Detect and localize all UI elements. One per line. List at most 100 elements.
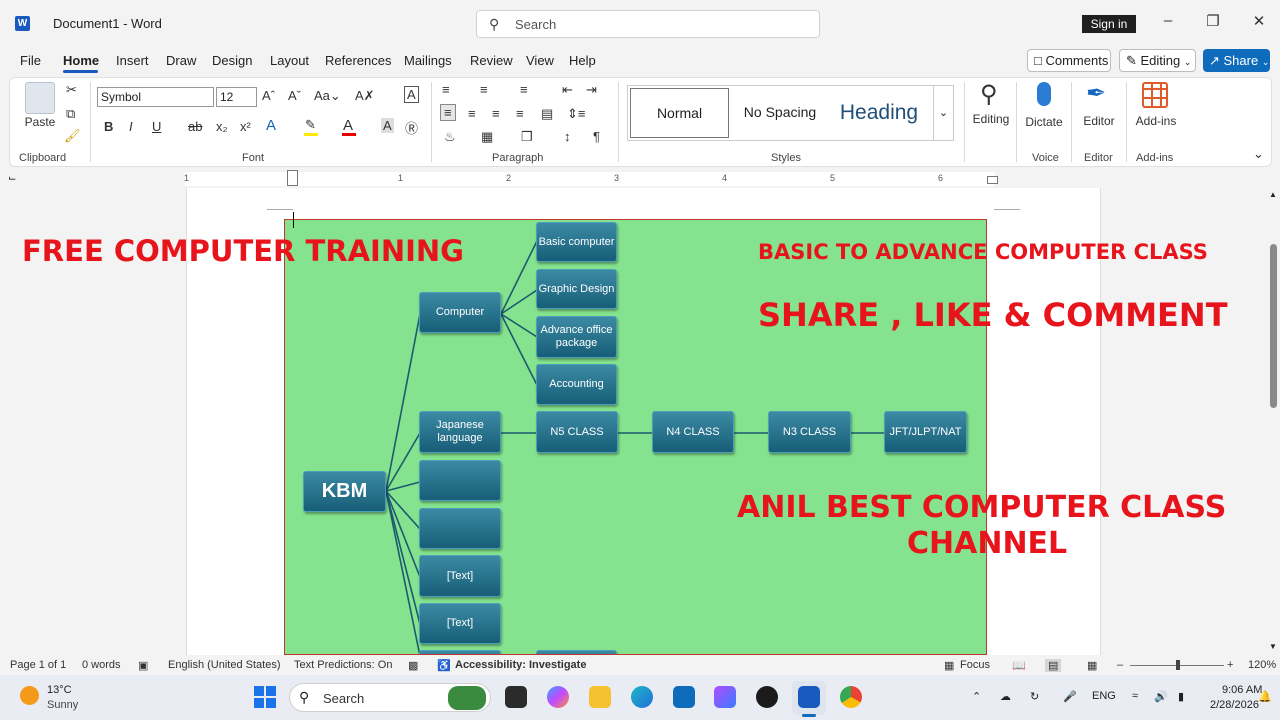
style-heading[interactable]: Heading [830, 88, 928, 138]
align-left-icon[interactable]: ≡ [440, 104, 456, 121]
increase-indent-icon[interactable]: ⇥ [586, 82, 597, 98]
tab-mailings[interactable]: Mailings [404, 53, 452, 68]
asian-layout-icon[interactable]: ❒ [521, 129, 533, 145]
multilevel-list-icon[interactable]: ≡ [520, 82, 528, 97]
style-normal[interactable]: Normal [630, 88, 729, 138]
tab-review[interactable]: Review [470, 53, 513, 68]
page-count[interactable]: Page 1 of 1 [10, 659, 66, 671]
paste-button[interactable]: Paste [22, 115, 58, 129]
outlook-icon[interactable] [673, 686, 695, 708]
diagram-node-text[interactable]: [Text] [419, 555, 501, 597]
word-count[interactable]: 0 words [82, 659, 121, 671]
diagram-node-computer[interactable]: Computer [419, 292, 501, 333]
highlight-icon[interactable]: ✎ [305, 117, 316, 133]
dictate-button[interactable]: Dictate [1024, 115, 1064, 129]
diagram-node-empty[interactable] [419, 460, 501, 501]
weather-temp[interactable]: 13°C [47, 684, 72, 696]
tab-insert[interactable]: Insert [116, 53, 149, 68]
copilot-icon[interactable] [547, 686, 569, 708]
clock-time[interactable]: 9:06 AM [1222, 684, 1262, 696]
line-spacing-icon[interactable]: ⇕≡ [567, 106, 585, 122]
font-color-icon[interactable]: A [343, 117, 353, 134]
tab-file[interactable]: File [20, 53, 41, 68]
borders-icon[interactable]: ▦ [481, 129, 493, 145]
share-button[interactable]: ↗ Share ⌄ [1203, 49, 1270, 72]
zoom-slider-thumb[interactable] [1176, 660, 1180, 670]
accessibility-status[interactable]: Accessibility: Investigate [455, 659, 586, 671]
justify-icon[interactable]: ≡ [516, 106, 524, 121]
web-layout-icon[interactable]: ▦ [1087, 659, 1097, 672]
text-predictions-status[interactable]: Text Predictions: On [294, 659, 392, 671]
clear-formatting-icon[interactable]: A✗ [355, 88, 375, 104]
chrome-icon[interactable] [840, 686, 862, 708]
distributed-icon[interactable]: ▤ [541, 106, 553, 122]
paste-icon[interactable] [25, 82, 55, 114]
subscript-icon[interactable]: x₂ [216, 119, 228, 134]
sign-in-button[interactable]: Sign in [1082, 15, 1136, 33]
fill-icon[interactable]: ♨ [444, 129, 456, 145]
word-taskbar-icon[interactable] [798, 686, 820, 708]
pilcrow-icon[interactable]: ¶ [593, 129, 600, 144]
diagram-node-kbm[interactable]: KBM [303, 471, 386, 512]
font-name-select[interactable]: Symbol [97, 87, 214, 107]
diagram-node-accounting[interactable]: Accounting [536, 364, 617, 405]
shading-icon[interactable]: A [381, 118, 394, 133]
file-explorer-icon[interactable] [589, 686, 611, 708]
close-icon[interactable]: ✕ [1249, 12, 1269, 30]
bullets-icon[interactable]: ≡ [442, 82, 450, 97]
tab-references[interactable]: References [325, 53, 391, 68]
editor-pen-icon[interactable]: ✒ [1086, 79, 1106, 108]
numbering-icon[interactable]: ≡ [480, 82, 488, 97]
language-status[interactable]: English (United States) [168, 659, 281, 671]
align-right-icon[interactable]: ≡ [492, 106, 500, 121]
read-mode-icon[interactable]: 📖 [1012, 659, 1026, 672]
sort-icon[interactable]: ↕ [564, 129, 571, 144]
macro-icon[interactable]: ▩ [408, 659, 418, 672]
cut-icon[interactable]: ✂ [66, 82, 77, 98]
diagram-node-n5[interactable]: N5 CLASS [536, 411, 618, 453]
zoom-in-icon[interactable]: + [1227, 659, 1233, 671]
focus-mode-button[interactable]: Focus [960, 659, 990, 671]
diagram-node-n4[interactable]: N4 CLASS [652, 411, 734, 453]
comments-button[interactable]: □ Comments [1027, 49, 1111, 72]
task-view-icon[interactable] [505, 686, 527, 708]
diagram-node-graphic-design[interactable]: Graphic Design [536, 269, 617, 309]
tab-help[interactable]: Help [569, 53, 596, 68]
search-box[interactable]: ⚲ Search [476, 10, 820, 38]
taskbar-search[interactable]: ⚲ Search [289, 683, 491, 712]
text-effects-icon[interactable]: A [266, 117, 276, 134]
right-indent-marker[interactable] [987, 176, 998, 184]
app-icon[interactable] [714, 686, 736, 708]
tab-view[interactable]: View [526, 53, 554, 68]
battery-icon[interactable]: ▮ [1178, 690, 1184, 703]
align-center-icon[interactable]: ≡ [468, 106, 476, 121]
microphone-icon[interactable] [1037, 82, 1051, 106]
chevron-up-icon[interactable]: ⌃ [972, 690, 981, 703]
copy-icon[interactable]: ⧉ [66, 106, 75, 122]
minimize-icon[interactable]: – [1158, 12, 1178, 29]
language-indicator[interactable]: ENG [1092, 690, 1116, 702]
zoom-level[interactable]: 120% [1248, 659, 1276, 671]
scroll-up-icon[interactable]: ▲ [1269, 190, 1277, 199]
tab-home[interactable]: Home [63, 53, 99, 68]
diagram-node-basic-computer[interactable]: Basic computer [536, 222, 617, 262]
tab-selector-icon[interactable]: ⌙ [8, 173, 16, 184]
underline-icon[interactable]: U [152, 119, 161, 134]
zoom-out-icon[interactable]: – [1117, 659, 1123, 671]
change-case-icon[interactable]: Aa⌄ [314, 88, 341, 104]
notification-icon[interactable]: 🔔 [1258, 690, 1272, 703]
editing-mode-button[interactable]: ✎ Editing ⌄ [1119, 49, 1196, 72]
strikethrough-icon[interactable]: ab [188, 119, 202, 134]
diagram-node-advance-office[interactable]: Advance office package [536, 316, 617, 358]
addins-grid-icon[interactable] [1142, 82, 1168, 108]
diagram-node-japanese[interactable]: Japanese language [419, 411, 501, 453]
tab-draw[interactable]: Draw [166, 53, 196, 68]
format-painter-icon[interactable]: 🖌 [64, 128, 81, 144]
decrease-indent-icon[interactable]: ⇤ [562, 82, 573, 98]
editor-button[interactable]: Editor [1080, 114, 1118, 128]
editing-button[interactable]: Editing [970, 112, 1012, 126]
tab-design[interactable]: Design [212, 53, 252, 68]
scroll-down-icon[interactable]: ▼ [1269, 642, 1277, 651]
italic-icon[interactable]: I [129, 119, 133, 134]
diagram-node-jft-jlpt-nat[interactable]: JFT/JLPT/NAT [884, 411, 967, 453]
